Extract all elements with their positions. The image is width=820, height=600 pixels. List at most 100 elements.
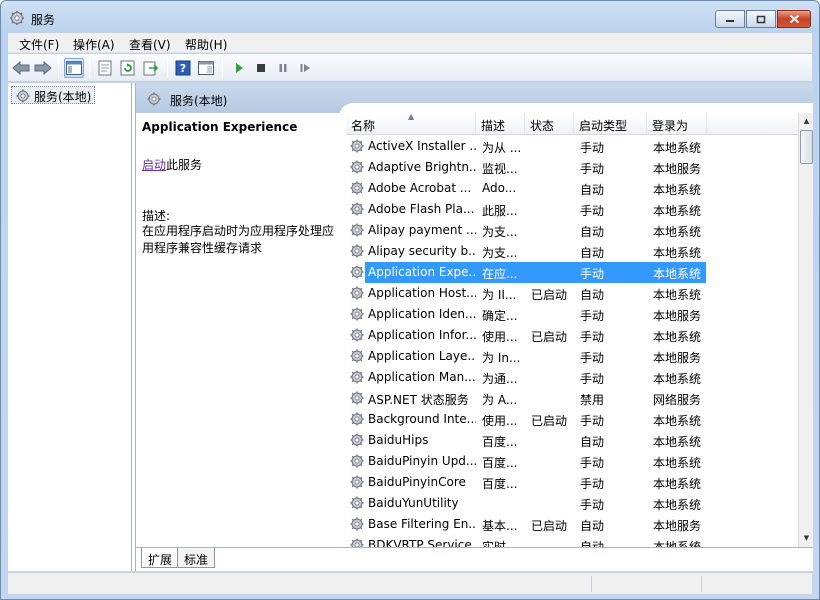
services-icon (147, 92, 161, 106)
service-logon-as: 本地系统 (653, 477, 702, 491)
column-status[interactable]: 状态 (525, 113, 574, 135)
menu-help[interactable]: 帮助(H) (185, 36, 227, 53)
minimize-button[interactable] (715, 10, 745, 28)
service-name: BaiduPinyin Upd... (368, 454, 476, 468)
close-button[interactable] (777, 10, 811, 28)
table-row[interactable]: Alipay security b... 为支... 自动 本地系统 (346, 241, 798, 262)
services-pane: 服务(本地) Application Experience 启动此服务 描述: … (135, 83, 813, 571)
column-startup-type[interactable]: 启动类型 (574, 113, 647, 135)
console-tree: 服务(本地) (8, 83, 132, 571)
toolbar-separator (58, 58, 59, 78)
service-description: 为 A... (482, 393, 518, 407)
menu-view[interactable]: 查看(V) (129, 36, 171, 53)
description-panel: Application Experience 启动此服务 描述: 在应用程序启动… (136, 113, 346, 547)
service-name: BDKVRTP Service (368, 538, 472, 547)
view-tabs: 扩展 标准 (136, 547, 813, 571)
table-row[interactable]: BaiduPinyinCore 百度... 手动 本地系统 (346, 472, 798, 493)
service-startup-type: 手动 (580, 372, 605, 386)
table-row[interactable]: Adobe Flash Pla... 此服... 手动 本地系统 (346, 199, 798, 220)
refresh-button[interactable] (118, 58, 138, 78)
service-logon-as: 本地系统 (653, 456, 702, 470)
service-logon-as: 本地系统 (653, 498, 702, 512)
list-header: 名称 ▲ 描述 状态 启动类型 登录为 (346, 113, 798, 135)
table-row[interactable]: Application Host... 为 II... 已启动 自动 本地系统 (346, 283, 798, 304)
service-description: 监视... (482, 162, 518, 176)
export-list-button[interactable] (141, 58, 161, 78)
service-name: Adaptive Brightn... (368, 160, 476, 174)
forward-icon (34, 61, 52, 75)
column-description[interactable]: 描述 (476, 113, 525, 135)
tab-extended[interactable]: 扩展 (141, 548, 180, 568)
table-row[interactable]: BDKVRTP Service 实时... 自动 本地系统 (346, 535, 798, 547)
column-name[interactable]: 名称 ▲ (346, 113, 476, 135)
table-row[interactable]: Application Infor... 使用... 已启动 手动 本地系统 (346, 325, 798, 346)
table-row[interactable]: ActiveX Installer ... 为从 ... 手动 本地系统 (346, 136, 798, 157)
column-logon-as[interactable]: 登录为 (647, 113, 707, 135)
menu-file[interactable]: 文件(F) (19, 36, 59, 53)
start-service-button[interactable] (229, 58, 249, 78)
scroll-down-button[interactable]: ▼ (799, 530, 814, 547)
service-description: 百度... (482, 456, 518, 470)
service-logon-as: 本地系统 (653, 414, 702, 428)
vertical-scrollbar[interactable]: ▲ ▼ (798, 113, 813, 547)
action-suffix: 此服务 (166, 158, 203, 172)
show-hide-button[interactable] (196, 58, 216, 78)
scroll-up-button[interactable]: ▲ (799, 113, 814, 130)
service-name: Adobe Acrobat ... (368, 181, 472, 195)
show-hide-icon (198, 61, 214, 75)
service-name: Application Host... (368, 286, 476, 300)
table-row[interactable]: Application Laye... 为 In... 手动 本地服务 (346, 346, 798, 367)
export-icon (143, 61, 159, 76)
forward-button[interactable] (33, 58, 53, 78)
table-row[interactable]: Application Expe... 在应... 手动 本地系统 (346, 262, 798, 283)
table-row[interactable]: Application Man... 为通... 手动 本地系统 (346, 367, 798, 388)
table-row[interactable]: BaiduYunUtility 手动 本地系统 (346, 493, 798, 514)
service-description: 为 In... (482, 351, 521, 365)
play-icon (236, 63, 243, 73)
table-row[interactable]: Alipay payment ... 为支... 自动 本地系统 (346, 220, 798, 241)
service-logon-as: 本地系统 (653, 540, 702, 547)
pause-icon (279, 64, 287, 72)
service-startup-type: 手动 (580, 267, 605, 281)
back-button[interactable] (11, 58, 31, 78)
help-button[interactable]: ? (173, 58, 193, 78)
stop-service-button[interactable] (251, 58, 271, 78)
service-logon-as: 本地系统 (653, 141, 702, 155)
table-row[interactable]: BaiduHips 百度... 自动 本地系统 (346, 430, 798, 451)
service-gear-icon (350, 496, 364, 510)
service-startup-type: 手动 (580, 498, 605, 512)
tab-standard[interactable]: 标准 (177, 548, 216, 568)
table-row[interactable]: Application Iden... 确定... 手动 本地服务 (346, 304, 798, 325)
table-row[interactable]: Base Filtering En... 基本... 已启动 自动 本地服务 (346, 514, 798, 535)
pause-service-button[interactable] (273, 58, 293, 78)
title-bar[interactable]: 服务 (1, 1, 819, 33)
service-logon-as: 本地系统 (653, 372, 702, 386)
column-startup-type-label: 启动类型 (579, 119, 628, 133)
menu-action[interactable]: 操作(A) (73, 36, 115, 53)
service-description: 为从 ... (482, 141, 522, 155)
table-row[interactable]: Adaptive Brightn... 监视... 手动 本地服务 (346, 157, 798, 178)
service-startup-type: 手动 (580, 330, 605, 344)
console-tree-button[interactable] (64, 58, 84, 78)
table-row[interactable]: Adobe Acrobat ... Ado... 自动 本地系统 (346, 178, 798, 199)
service-gear-icon (350, 433, 364, 447)
column-logon-as-label: 登录为 (652, 119, 689, 133)
table-row[interactable]: Background Inte... 使用... 已启动 手动 本地系统 (346, 409, 798, 430)
maximize-button[interactable] (746, 10, 776, 28)
services-window: 服务 文件(F) 操作(A) 查看(V) 帮助(H) ? 服务(本地) 服务(本… (0, 0, 820, 600)
service-logon-as: 本地系统 (653, 246, 702, 260)
properties-button[interactable] (95, 58, 115, 78)
scroll-thumb[interactable] (800, 130, 813, 164)
start-service-link[interactable]: 启动 (142, 158, 166, 172)
close-icon (789, 14, 799, 24)
tree-item-services-local[interactable]: 服务(本地) (11, 86, 96, 104)
service-name: ASP.NET 状态服务 (368, 393, 469, 407)
table-row[interactable]: BaiduPinyin Upd... 百度... 手动 本地系统 (346, 451, 798, 472)
properties-icon (98, 60, 112, 76)
table-row[interactable]: ASP.NET 状态服务为 A... 禁用 网络服务 (346, 388, 798, 409)
service-logon-as: 本地系统 (653, 183, 702, 197)
service-logon-as: 本地服务 (653, 351, 702, 365)
restart-service-button[interactable] (295, 58, 315, 78)
menu-bar: 文件(F) 操作(A) 查看(V) 帮助(H) (8, 33, 812, 53)
service-description: 使用... (482, 330, 518, 344)
